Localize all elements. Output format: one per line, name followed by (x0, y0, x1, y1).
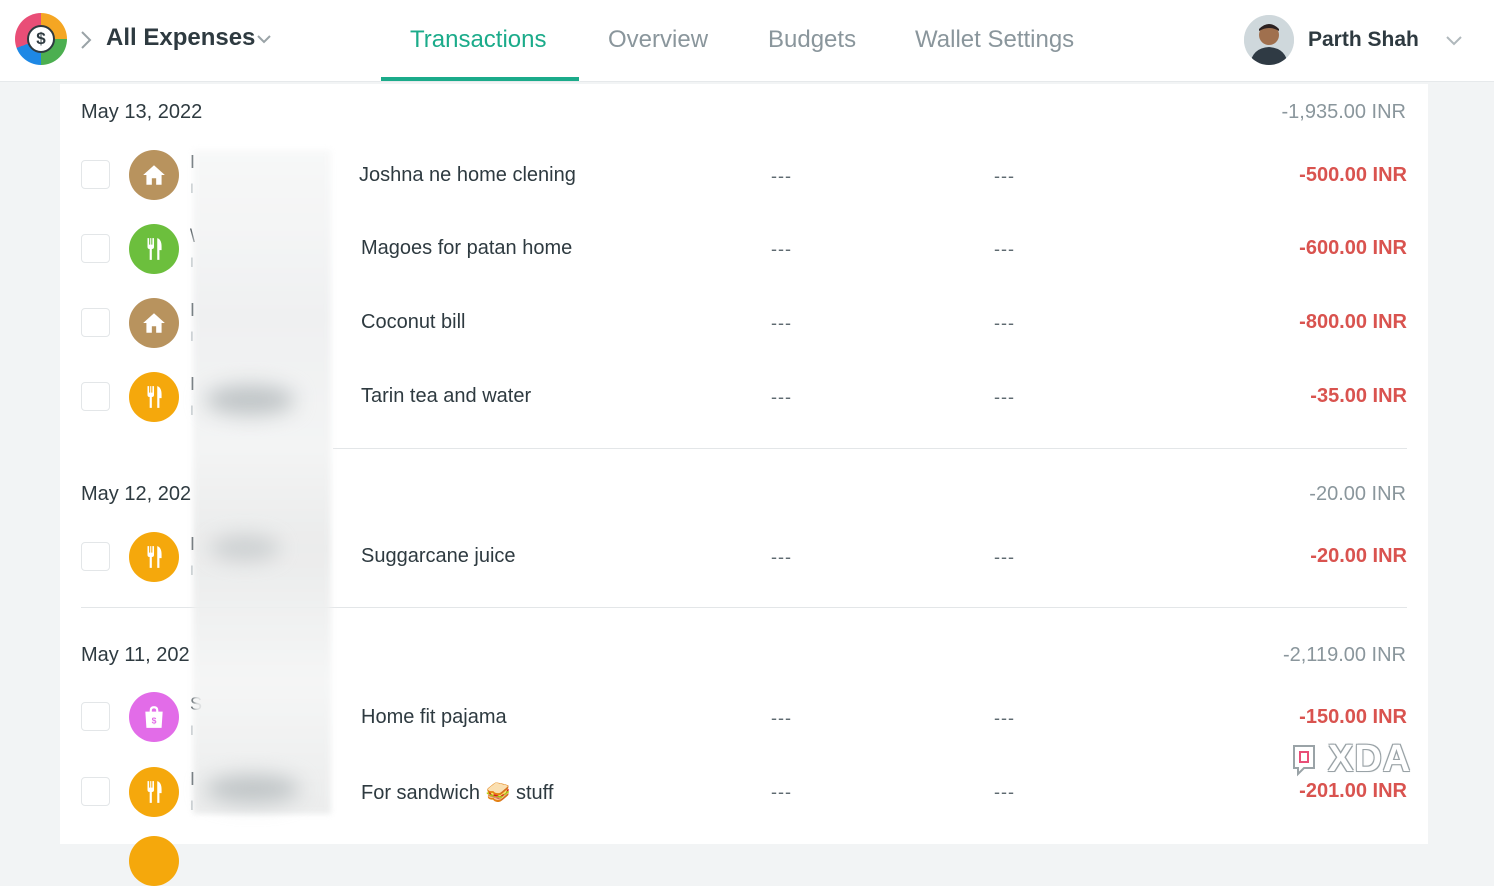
group-total: -20.00 INR (1309, 483, 1406, 505)
top-bar: $ All Expenses Transactions Overview Bud… (0, 0, 1494, 82)
user-name[interactable]: Parth Shah (1308, 28, 1419, 52)
xda-logo-icon (1293, 744, 1315, 776)
label-cell: --- (771, 708, 792, 728)
payee-cell: --- (994, 782, 1015, 802)
row-checkbox[interactable] (81, 308, 110, 337)
payee-cell: --- (994, 239, 1015, 259)
avatar[interactable] (1244, 15, 1294, 65)
label-cell: --- (771, 782, 792, 802)
payee-cell: --- (994, 547, 1015, 567)
redacted-smudge (205, 775, 300, 803)
redacted-smudge (205, 385, 295, 415)
home-icon (129, 150, 179, 200)
watermark: XDA (1290, 738, 1411, 781)
transaction-note[interactable]: Home fit pajama (361, 706, 507, 729)
transaction-amount: -35.00 INR (1310, 385, 1407, 407)
food-icon (129, 532, 179, 582)
redacted-smudge (210, 535, 280, 561)
transaction-note[interactable]: For sandwich 🥪 stuff (361, 780, 553, 805)
group-total: -2,119.00 INR (1282, 644, 1406, 666)
chevron-down-icon[interactable] (256, 33, 272, 45)
tab-budgets[interactable]: Budgets (768, 26, 856, 54)
app-logo[interactable]: $ (15, 13, 67, 65)
label-cell: --- (771, 313, 792, 333)
transaction-amount: -150.00 INR (1299, 706, 1407, 728)
row-checkbox[interactable] (81, 234, 110, 263)
payee-cell: --- (994, 166, 1015, 186)
home-icon (129, 298, 179, 348)
transaction-note[interactable]: Suggarcane juice (361, 545, 516, 568)
chevron-right-icon (81, 31, 92, 49)
chevron-down-icon[interactable] (1445, 34, 1463, 46)
label-cell: --- (771, 166, 792, 186)
transaction-amount: -201.00 INR (1299, 780, 1407, 802)
payee-cell: --- (994, 313, 1015, 333)
transaction-amount: -800.00 INR (1299, 311, 1407, 333)
row-checkbox[interactable] (81, 777, 110, 806)
tab-overview[interactable]: Overview (608, 26, 708, 54)
food-icon (129, 372, 179, 422)
tab-wallet-settings[interactable]: Wallet Settings (915, 26, 1074, 54)
svg-text:$: $ (152, 716, 157, 726)
shopping-bag-icon: $ (129, 692, 179, 742)
group-divider (333, 448, 1407, 449)
tab-transactions[interactable]: Transactions (410, 26, 547, 54)
row-checkbox[interactable] (81, 382, 110, 411)
group-date: May 11, 202 (81, 644, 190, 666)
redacted-region (193, 150, 331, 814)
label-cell: --- (771, 387, 792, 407)
active-tab-indicator (381, 77, 579, 81)
food-icon (129, 767, 179, 817)
transaction-note[interactable]: Tarin tea and water (361, 385, 531, 408)
user-avatar-icon (1244, 15, 1294, 65)
transaction-note[interactable]: Coconut bill (361, 311, 466, 334)
payee-cell: --- (994, 708, 1015, 728)
transaction-note[interactable]: Joshna ne home clening (359, 164, 576, 187)
row-checkbox[interactable] (81, 702, 110, 731)
row-checkbox[interactable] (81, 542, 110, 571)
label-cell: --- (771, 239, 792, 259)
transaction-note[interactable]: Magoes for patan home (361, 237, 572, 260)
dollar-icon: $ (27, 25, 55, 53)
row-checkbox[interactable] (81, 160, 110, 189)
transaction-amount: -20.00 INR (1310, 545, 1407, 567)
payee-cell: --- (994, 387, 1015, 407)
label-cell: --- (771, 547, 792, 567)
transaction-amount: -500.00 INR (1299, 164, 1407, 186)
group-date: May 12, 202 (81, 483, 192, 505)
group-date: May 13, 2022 (81, 101, 203, 123)
food-icon (129, 224, 179, 274)
wallet-selector[interactable]: All Expenses (106, 24, 255, 52)
transaction-amount: -600.00 INR (1299, 237, 1407, 259)
group-total: -1,935.00 INR (1281, 101, 1406, 123)
watermark-text: XDA (1328, 738, 1412, 780)
